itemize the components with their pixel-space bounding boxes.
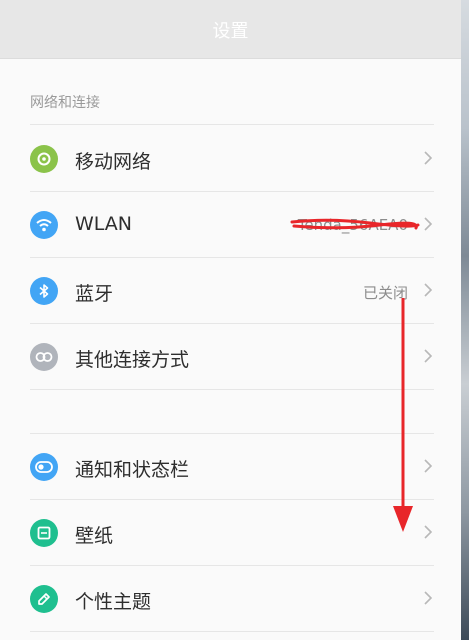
scroll-down-arrow-annotation [393, 298, 413, 532]
row-label: WLAN [75, 213, 133, 235]
title-bar: 设置 [0, 0, 461, 59]
chevron-right-icon [424, 151, 433, 165]
chevron-right-icon [424, 525, 433, 539]
row-label: 移动网络 [75, 151, 152, 173]
toggle-icon [30, 453, 58, 481]
row-label: 个性主题 [75, 591, 152, 613]
chevron-right-icon [424, 459, 433, 473]
theme-brush-icon [30, 585, 58, 613]
bluetooth-icon [30, 277, 58, 305]
section-header-network: 网络和连接 [30, 95, 100, 111]
divider [30, 631, 434, 632]
wallpaper-icon [30, 519, 58, 547]
chevron-right-icon [424, 283, 433, 297]
link-icon [30, 343, 58, 371]
row-label: 蓝牙 [75, 283, 114, 305]
row-mobile-network[interactable]: 移动网络 [30, 125, 434, 191]
row-label: 壁纸 [75, 525, 114, 547]
settings-screen: 设置 网络和连接 移动网络 WLAN Tenda_56AEA0 蓝牙 已关闭 其… [0, 0, 461, 640]
row-bluetooth[interactable]: 蓝牙 已关闭 [30, 257, 434, 323]
row-themes[interactable]: 个性主题 [30, 565, 434, 631]
chevron-right-icon [424, 217, 433, 231]
page-title: 设置 [212, 21, 249, 42]
background-strip [461, 0, 469, 640]
row-wallpaper[interactable]: 壁纸 [30, 499, 434, 565]
chevron-right-icon [424, 591, 433, 605]
row-label: 通知和状态栏 [75, 459, 190, 481]
chevron-right-icon [424, 349, 433, 363]
wifi-icon [30, 211, 58, 239]
row-label: 其他连接方式 [75, 349, 190, 371]
row-other-connections[interactable]: 其他连接方式 [30, 323, 434, 389]
mobile-data-icon [30, 145, 58, 173]
row-notifications-statusbar[interactable]: 通知和状态栏 [30, 433, 434, 499]
redaction-scribble [290, 218, 420, 230]
divider [30, 389, 434, 390]
